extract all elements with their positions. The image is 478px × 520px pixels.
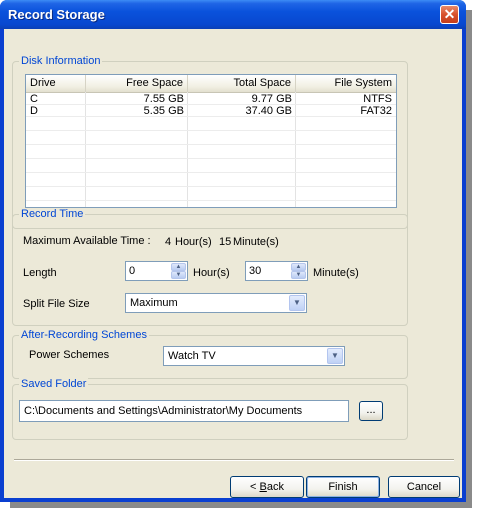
- window-shadow-bottom: [10, 501, 472, 508]
- dialog-body: Disk Information Drive Free Space Total …: [4, 29, 462, 498]
- total-space-cell: 9.77 GB: [251, 93, 292, 105]
- grid-line: [26, 144, 396, 145]
- back-mnemonic: B: [259, 481, 267, 493]
- file-system-cell: FAT32: [360, 105, 392, 117]
- split-file-size-select[interactable]: Maximum ▼: [125, 293, 307, 313]
- max-minutes-unit: Minute(s): [233, 236, 279, 248]
- minutes-up-icon[interactable]: ▲: [291, 263, 306, 271]
- back-button[interactable]: < Back: [230, 476, 304, 498]
- max-minutes-value: 15: [219, 236, 232, 248]
- disk-list-header: Drive Free Space Total Space File System: [26, 75, 396, 93]
- record-storage-dialog: Record Storage ✕ Disk Information Drive …: [0, 0, 466, 502]
- saved-folder-path[interactable]: C:\Documents and Settings\Administrator\…: [19, 400, 349, 422]
- free-space-cell: 7.55 GB: [143, 93, 184, 105]
- window-shadow-right: [465, 10, 472, 508]
- saved-folder-path-text: C:\Documents and Settings\Administrator\…: [24, 405, 303, 417]
- grid-line: [26, 130, 396, 131]
- column-free-space[interactable]: Free Space: [86, 75, 188, 92]
- close-icon: ✕: [443, 6, 456, 22]
- max-hours-unit: Hour(s): [175, 236, 212, 248]
- spinner-arrows: ▲ ▼: [171, 263, 186, 279]
- after-recording-legend: After-Recording Schemes: [19, 329, 149, 342]
- drive-cell: C: [30, 93, 38, 105]
- power-schemes-label: Power Schemes: [29, 349, 110, 361]
- title-bar[interactable]: Record Storage ✕: [0, 0, 466, 29]
- back-rest: ack: [266, 481, 284, 493]
- button-separator: [14, 459, 454, 461]
- finish-button[interactable]: Finish: [306, 476, 380, 498]
- disk-information-group: Disk Information Drive Free Space Total …: [12, 55, 408, 229]
- drive-cell: D: [30, 105, 38, 117]
- grid-line: [26, 172, 396, 173]
- record-time-legend: Record Time: [19, 208, 86, 221]
- hours-down-icon[interactable]: ▼: [171, 271, 186, 279]
- chevron-down-icon[interactable]: ▼: [327, 348, 343, 364]
- minutes-down-icon[interactable]: ▼: [291, 271, 306, 279]
- disk-information-legend: Disk Information: [19, 55, 103, 68]
- saved-folder-group: Saved Folder C:\Documents and Settings\A…: [12, 378, 408, 440]
- hours-suffix: Hour(s): [193, 267, 230, 279]
- window-title: Record Storage: [8, 7, 105, 22]
- spinner-arrows: ▲ ▼: [291, 263, 306, 279]
- browse-button[interactable]: ...: [359, 401, 383, 421]
- total-space-cell: 37.40 GB: [245, 105, 292, 117]
- grid-line: [26, 158, 396, 159]
- close-button[interactable]: ✕: [440, 5, 459, 24]
- record-time-group: Record Time Maximum Available Time : 4 H…: [12, 208, 408, 326]
- power-schemes-select[interactable]: Watch TV ▼: [163, 346, 345, 366]
- max-hours-value: 4: [165, 236, 172, 248]
- free-space-cell: 5.35 GB: [143, 105, 184, 117]
- cancel-button[interactable]: Cancel: [388, 476, 460, 498]
- grid-line: [26, 186, 396, 187]
- minutes-spinner[interactable]: 30 ▲ ▼: [245, 261, 308, 281]
- column-drive[interactable]: Drive: [26, 75, 86, 92]
- back-prefix: <: [250, 481, 260, 493]
- power-schemes-value: Watch TV: [168, 350, 216, 362]
- hours-up-icon[interactable]: ▲: [171, 263, 186, 271]
- grid-line: [26, 200, 396, 201]
- split-file-size-value: Maximum: [130, 297, 178, 309]
- column-total-space[interactable]: Total Space: [188, 75, 296, 92]
- length-label: Length: [23, 267, 57, 279]
- column-file-system[interactable]: File System: [296, 75, 396, 92]
- max-available-time-label: Maximum Available Time :: [23, 235, 151, 247]
- chevron-down-icon[interactable]: ▼: [289, 295, 305, 311]
- minutes-suffix: Minute(s): [313, 267, 359, 279]
- minutes-value: 30: [249, 265, 262, 277]
- split-file-size-label: Split File Size: [23, 298, 90, 310]
- file-system-cell: NTFS: [363, 93, 392, 105]
- hours-spinner[interactable]: 0 ▲ ▼: [125, 261, 188, 281]
- saved-folder-legend: Saved Folder: [19, 378, 89, 391]
- after-recording-group: After-Recording Schemes Power Schemes Wa…: [12, 329, 408, 379]
- hours-value: 0: [129, 265, 136, 277]
- disk-list[interactable]: Drive Free Space Total Space File System…: [25, 74, 397, 208]
